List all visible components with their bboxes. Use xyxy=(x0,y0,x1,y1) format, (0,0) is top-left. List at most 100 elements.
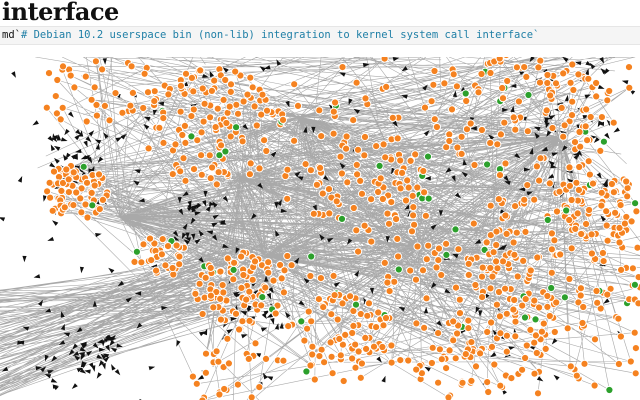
syscall-node[interactable] xyxy=(582,105,591,114)
syscall-node[interactable] xyxy=(530,296,539,305)
syscall-node[interactable] xyxy=(197,151,206,160)
syscall-node[interactable] xyxy=(434,256,443,265)
binary-node[interactable] xyxy=(258,293,267,302)
syscall-node[interactable] xyxy=(246,73,255,82)
syscall-node[interactable] xyxy=(91,57,101,66)
syscall-node[interactable] xyxy=(565,215,574,225)
syscall-node[interactable] xyxy=(510,202,520,211)
syscall-node[interactable] xyxy=(518,365,527,374)
binary-node[interactable] xyxy=(631,199,640,208)
syscall-node[interactable] xyxy=(87,188,96,197)
syscall-node[interactable] xyxy=(418,266,428,275)
syscall-node[interactable] xyxy=(495,57,504,63)
syscall-node[interactable] xyxy=(231,309,241,318)
syscall-node[interactable] xyxy=(372,323,381,332)
syscall-node[interactable] xyxy=(181,138,190,148)
syscall-node[interactable] xyxy=(48,206,57,215)
syscall-node[interactable] xyxy=(392,215,401,224)
syscall-node[interactable] xyxy=(526,266,535,275)
syscall-node[interactable] xyxy=(339,376,348,386)
syscall-node[interactable] xyxy=(617,265,626,274)
syscall-node[interactable] xyxy=(577,229,586,239)
syscall-node[interactable] xyxy=(569,85,578,95)
syscall-node[interactable] xyxy=(563,324,572,333)
syscall-node[interactable] xyxy=(192,379,201,388)
syscall-node[interactable] xyxy=(105,116,114,125)
syscall-node[interactable] xyxy=(250,102,259,111)
syscall-node[interactable] xyxy=(372,142,381,151)
syscall-node[interactable] xyxy=(94,170,104,179)
syscall-node[interactable] xyxy=(631,369,640,378)
syscall-node[interactable] xyxy=(381,153,390,162)
syscall-node[interactable] xyxy=(250,257,260,266)
syscall-node[interactable] xyxy=(337,169,346,178)
binary-node[interactable] xyxy=(375,161,384,171)
syscall-node[interactable] xyxy=(513,272,522,281)
syscall-node[interactable] xyxy=(560,121,569,130)
syscall-node[interactable] xyxy=(195,279,204,288)
syscall-node[interactable] xyxy=(409,211,418,220)
syscall-node[interactable] xyxy=(44,69,54,78)
syscall-node[interactable] xyxy=(159,138,168,148)
syscall-node[interactable] xyxy=(545,179,554,188)
syscall-node[interactable] xyxy=(82,178,92,187)
syscall-node[interactable] xyxy=(428,343,437,352)
syscall-node[interactable] xyxy=(222,118,231,128)
syscall-node[interactable] xyxy=(331,98,340,107)
syscall-node[interactable] xyxy=(206,113,215,122)
syscall-node[interactable] xyxy=(581,122,590,131)
syscall-node[interactable] xyxy=(603,290,612,299)
syscall-node[interactable] xyxy=(593,298,602,307)
syscall-node[interactable] xyxy=(287,261,296,270)
syscall-node[interactable] xyxy=(237,252,246,261)
syscall-node[interactable] xyxy=(172,241,181,250)
syscall-node[interactable] xyxy=(543,291,552,301)
syscall-node[interactable] xyxy=(495,171,505,180)
syscall-node[interactable] xyxy=(597,201,606,210)
syscall-node[interactable] xyxy=(467,338,476,347)
syscall-node[interactable] xyxy=(69,201,78,210)
syscall-node[interactable] xyxy=(547,268,556,277)
syscall-node[interactable] xyxy=(342,144,351,153)
syscall-node[interactable] xyxy=(58,62,68,71)
syscall-node[interactable] xyxy=(367,195,376,204)
syscall-node[interactable] xyxy=(83,213,92,222)
syscall-node[interactable] xyxy=(251,339,260,348)
syscall-node[interactable] xyxy=(352,160,361,170)
syscall-node[interactable] xyxy=(420,188,429,197)
syscall-node[interactable] xyxy=(310,375,319,384)
syscall-node[interactable] xyxy=(218,281,227,290)
syscall-node[interactable] xyxy=(139,240,148,249)
syscall-node[interactable] xyxy=(217,141,226,150)
syscall-node[interactable] xyxy=(523,127,532,136)
syscall-node[interactable] xyxy=(57,186,66,195)
syscall-node[interactable] xyxy=(489,248,498,257)
syscall-node[interactable] xyxy=(369,342,379,351)
syscall-node[interactable] xyxy=(511,317,520,326)
syscall-node[interactable] xyxy=(633,243,640,252)
syscall-node[interactable] xyxy=(487,342,497,351)
syscall-node[interactable] xyxy=(614,314,623,323)
syscall-node[interactable] xyxy=(60,203,69,212)
syscall-node[interactable] xyxy=(239,270,248,280)
syscall-node[interactable] xyxy=(444,393,453,400)
syscall-node[interactable] xyxy=(488,272,497,281)
binary-node[interactable] xyxy=(451,225,460,234)
syscall-node[interactable] xyxy=(308,350,317,359)
syscall-node[interactable] xyxy=(87,95,96,104)
syscall-node[interactable] xyxy=(147,256,156,265)
syscall-node[interactable] xyxy=(555,187,564,196)
syscall-node[interactable] xyxy=(453,329,462,338)
syscall-node[interactable] xyxy=(411,275,421,284)
syscall-node[interactable] xyxy=(486,68,495,78)
syscall-node[interactable] xyxy=(181,176,190,185)
syscall-node[interactable] xyxy=(412,319,421,328)
syscall-node[interactable] xyxy=(522,341,531,350)
syscall-node[interactable] xyxy=(77,208,86,217)
syscall-node[interactable] xyxy=(336,351,345,360)
syscall-node[interactable] xyxy=(449,317,458,326)
syscall-node[interactable] xyxy=(567,111,577,120)
syscall-node[interactable] xyxy=(206,291,215,300)
syscall-node[interactable] xyxy=(81,200,90,209)
syscall-node[interactable] xyxy=(260,136,269,145)
